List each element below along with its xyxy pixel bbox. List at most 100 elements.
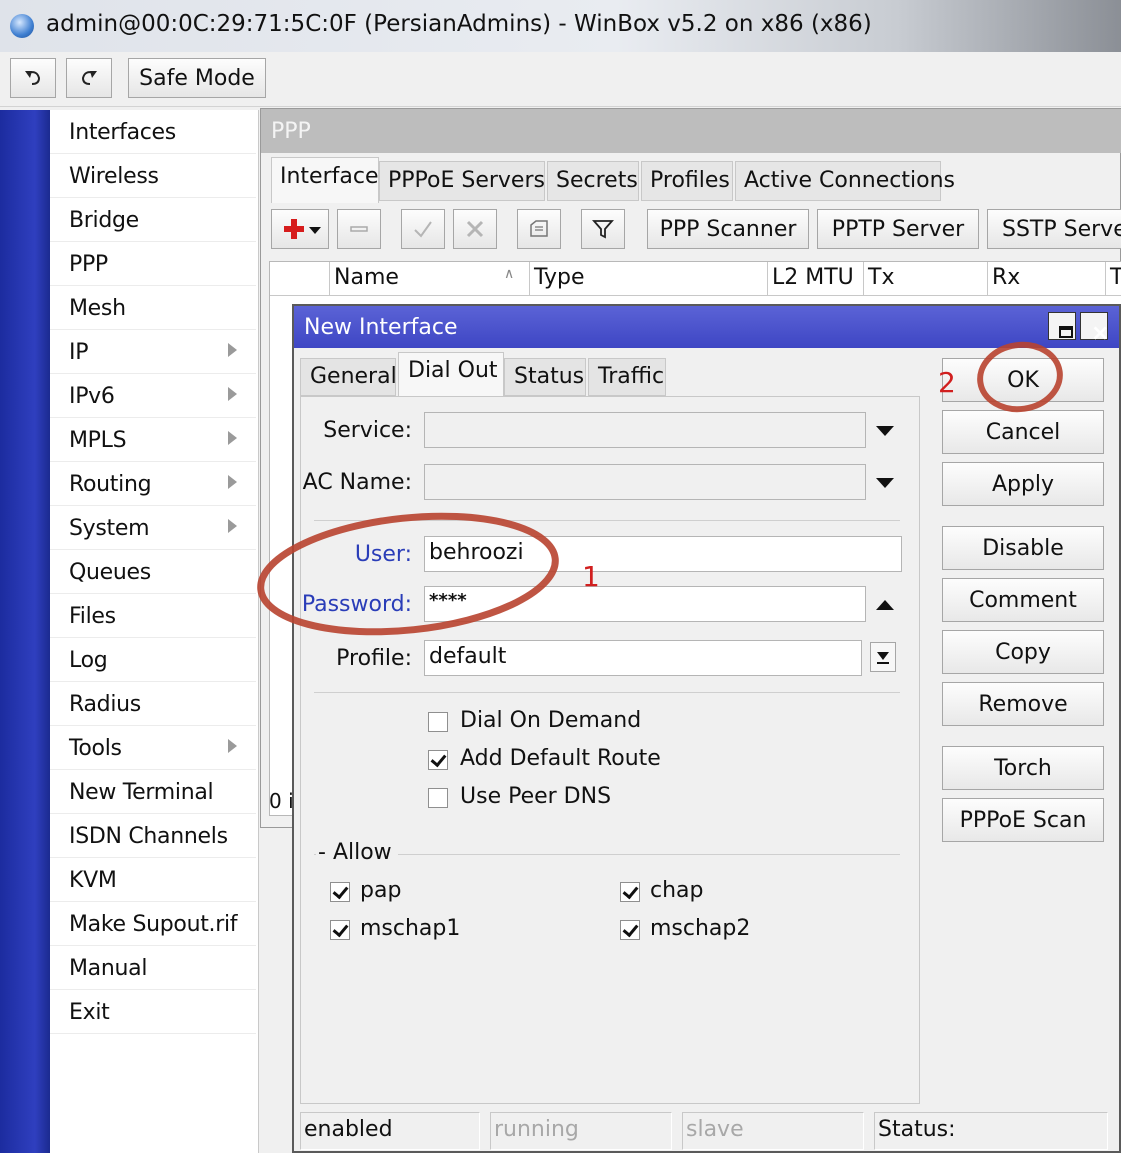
sidebar-item-ipv6[interactable]: IPv6 [50,374,256,418]
sidebar-item-label: Bridge [69,208,139,233]
profile-dropdown-button[interactable] [870,642,896,672]
sidebar-item-label: Make Supout.rif [69,912,238,937]
undo-button[interactable] [10,58,56,98]
allow-group-label: - Allow [316,840,398,865]
disable-button[interactable]: Disable [942,526,1104,570]
tab-interface[interactable]: Interface [271,157,379,203]
sidebar-item-make-supout[interactable]: Make Supout.rif [50,902,256,946]
user-field[interactable]: behroozi [424,536,902,572]
column-header-name[interactable]: Name ∧ [330,262,530,296]
sidebar-item-label: Radius [69,692,141,717]
sidebar-item-label: Log [69,648,108,673]
sidebar-item-ip[interactable]: IP [50,330,256,374]
close-icon: × [1091,321,1110,346]
column-header-t[interactable]: T [1106,262,1121,296]
remove-button[interactable]: Remove [942,682,1104,726]
add-button[interactable] [271,209,329,249]
submenu-arrow-icon [228,519,237,533]
sidebar-item-isdn-channels[interactable]: ISDN Channels [50,814,256,858]
sidebar-item-exit[interactable]: Exit [50,990,256,1034]
dropdown-bar-icon [877,662,889,664]
divider [314,692,900,693]
maximize-button[interactable] [1048,312,1076,340]
apply-button[interactable]: Apply [942,462,1104,506]
column-header-type[interactable]: Type [530,262,768,296]
status-slave: slave [682,1112,864,1150]
sidebar-item-interfaces[interactable]: Interfaces [50,110,256,154]
sstp-server-button[interactable]: SSTP Serve [987,209,1121,249]
close-button[interactable]: × [1080,312,1109,346]
tab-secrets[interactable]: Secrets [547,161,639,201]
dialog-title-bar[interactable]: New Interface × [294,306,1119,348]
annotation-number-1: 1 [582,560,600,593]
service-dropdown-icon[interactable] [876,426,894,436]
allow-chap-checkbox[interactable] [620,882,640,902]
sidebar-item-label: Mesh [69,296,126,321]
pppoe-scan-button[interactable]: PPPoE Scan [942,798,1104,842]
tab-profiles[interactable]: Profiles [641,161,733,201]
cancel-button[interactable]: Cancel [942,410,1104,454]
ac-name-dropdown-icon[interactable] [876,478,894,488]
sidebar-item-manual[interactable]: Manual [50,946,256,990]
profile-select[interactable]: default [424,640,862,676]
safe-mode-button[interactable]: Safe Mode [128,58,266,98]
allow-pap-checkbox[interactable] [330,882,350,902]
enable-button[interactable] [401,209,445,249]
add-default-route-checkbox[interactable] [428,750,448,770]
tab-pppoe-servers[interactable]: PPPoE Servers [379,161,545,201]
comment-button[interactable]: Comment [942,578,1104,622]
allow-mschap1-label: mschap1 [360,916,461,941]
sidebar-item-mesh[interactable]: Mesh [50,286,256,330]
column-header-rx[interactable]: Rx [988,262,1106,296]
submenu-arrow-icon [228,739,237,753]
sidebar-item-new-terminal[interactable]: New Terminal [50,770,256,814]
torch-button[interactable]: Torch [942,746,1104,790]
redo-button[interactable] [66,58,112,98]
check-icon [414,221,432,238]
column-header-flags[interactable] [270,262,330,296]
tab-traffic[interactable]: Traffic [588,358,666,396]
filter-button[interactable] [581,209,625,249]
allow-chap-label: chap [650,878,704,903]
disable-button[interactable] [453,209,497,249]
service-select[interactable] [424,412,866,448]
sidebar-item-radius[interactable]: Radius [50,682,256,726]
column-header-tx[interactable]: Tx [864,262,988,296]
sidebar-item-label: ISDN Channels [69,824,228,849]
allow-mschap2-label: mschap2 [650,916,751,941]
remove-button[interactable] [337,209,381,249]
sidebar-item-kvm[interactable]: KVM [50,858,256,902]
dropdown-arrow-icon [309,226,321,234]
ok-button[interactable]: OK [942,358,1104,402]
profile-dropdown-icon [877,652,889,660]
allow-mschap1-checkbox[interactable] [330,920,350,940]
dial-on-demand-label: Dial On Demand [460,708,642,733]
ppp-scanner-button[interactable]: PPP Scanner [647,209,809,249]
password-field[interactable]: **** [424,586,866,622]
note-icon [530,220,548,237]
sidebar-item-label: Interfaces [69,120,176,145]
use-peer-dns-checkbox[interactable] [428,788,448,808]
password-collapse-icon[interactable] [876,600,894,610]
dial-on-demand-checkbox[interactable] [428,712,448,732]
column-header-l2mtu[interactable]: L2 MTU [768,262,864,296]
pptp-server-button[interactable]: PPTP Server [817,209,979,249]
copy-button[interactable]: Copy [942,630,1104,674]
sidebar-item-wireless[interactable]: Wireless [50,154,256,198]
ppp-window-title-bar: PPP [261,109,1121,153]
sidebar-item-bridge[interactable]: Bridge [50,198,256,242]
sidebar-item-tools[interactable]: Tools [50,726,256,770]
cross-icon [466,220,484,238]
tab-status[interactable]: Status [504,358,586,396]
service-label: Service: [323,418,412,443]
comment-button[interactable] [517,209,561,249]
sidebar-item-label: MPLS [69,428,127,453]
tab-active-connections[interactable]: Active Connections [735,161,955,201]
ac-name-select[interactable] [424,464,866,500]
tab-dial-out[interactable]: Dial Out [398,352,504,398]
tab-general[interactable]: General [300,358,397,396]
sidebar-item-ppp[interactable]: PPP [50,242,256,286]
allow-mschap2-checkbox[interactable] [620,920,640,940]
annotation-number-2: 2 [938,366,956,399]
sidebar-item-label: Files [69,604,116,629]
